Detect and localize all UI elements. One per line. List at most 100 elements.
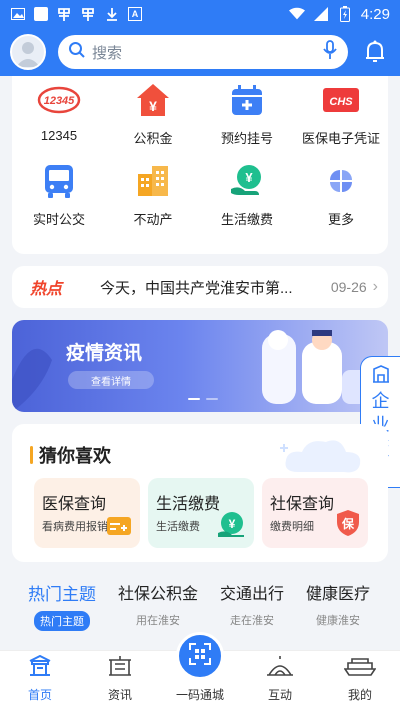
service-label: 实时公交 xyxy=(32,212,85,227)
search-bar[interactable]: 搜索 xyxy=(58,35,348,69)
signal-icon xyxy=(313,6,329,22)
payment-icon: ¥ xyxy=(225,161,269,201)
news-headline[interactable]: 今天，中国共产党淮安市第... xyxy=(100,277,321,298)
section-accent-bar xyxy=(30,446,33,464)
service-label: 更多 xyxy=(327,212,354,227)
hotline-12345-icon: 12345 xyxy=(37,80,81,120)
avatar[interactable] xyxy=(10,34,46,70)
recommendation-social-security[interactable]: 社保查询 缴费明细 保 xyxy=(262,478,368,548)
tab-label: 热门主题 xyxy=(28,585,96,604)
services-grid: 12345 12345 ¥ 公积金 预约挂号 CHS 医保电子凭证 实时公交 不… xyxy=(12,76,388,228)
service-medical-insurance[interactable]: CHS 医保电子凭证 xyxy=(294,80,388,147)
svg-text:CHS: CHS xyxy=(329,96,353,108)
real-estate-icon xyxy=(131,161,175,201)
chevron-right-icon[interactable]: › xyxy=(373,278,378,296)
service-appointment[interactable]: 预约挂号 xyxy=(200,80,294,147)
tab-sublabel: 健康淮安 xyxy=(316,615,361,627)
svg-text:12345: 12345 xyxy=(44,95,75,107)
news-date: 09-26 xyxy=(330,279,367,295)
microphone-icon[interactable] xyxy=(322,39,338,65)
housing-fund-icon: ¥ xyxy=(131,80,175,120)
carousel-indicator xyxy=(188,398,218,400)
service-label: 不动产 xyxy=(133,212,173,227)
service-12345[interactable]: 12345 12345 xyxy=(12,80,106,147)
news-ticker[interactable]: 热点 今天，中国共产党淮安市第... 09-26 › xyxy=(12,266,388,308)
side-tab-char: 企 xyxy=(371,391,390,411)
recommendation-list: 医保查询 看病费用报销 生活缴费 生活缴费 ¥ 社保查询 缴费明细 保 xyxy=(34,478,368,548)
payment-icon: ¥ xyxy=(218,511,246,542)
svg-text:¥: ¥ xyxy=(229,517,236,531)
carousel-dot xyxy=(188,398,200,400)
tab-label: 健康医疗 xyxy=(306,586,371,603)
recommendation-payment[interactable]: 生活缴费 生活缴费 ¥ xyxy=(148,478,254,548)
service-label: 医保电子凭证 xyxy=(301,131,380,146)
image-icon xyxy=(10,6,26,22)
more-icon xyxy=(319,161,363,201)
profile-icon xyxy=(343,655,377,682)
svg-text:¥: ¥ xyxy=(245,170,253,185)
building-icon xyxy=(372,365,390,388)
qr-code-button[interactable] xyxy=(176,632,224,680)
tab-hot-topics[interactable]: 热门主题 热门主题 xyxy=(28,580,96,631)
recommendation-card: 猜你喜欢 医保查询 看病费用报销 生活缴费 生活缴费 ¥ 社保查询 缴费明细 保 xyxy=(12,424,388,562)
nav-label: 首页 xyxy=(27,688,52,702)
status-bar: A 4:29 xyxy=(0,0,400,28)
appointment-icon xyxy=(225,80,269,120)
service-housing-fund[interactable]: ¥ 公积金 xyxy=(106,80,200,147)
nav-home[interactable]: 首页 xyxy=(0,651,80,711)
nav-label: 互动 xyxy=(267,688,292,702)
service-real-estate[interactable]: 不动产 xyxy=(106,161,200,228)
topic-tabs: 热门主题 热门主题 社保公积金 用在淮安 交通出行 走在淮安 健康医疗 健康淮安 xyxy=(0,580,400,631)
notification-icon xyxy=(34,7,48,21)
card-icon xyxy=(106,515,132,542)
medical-insurance-icon: CHS xyxy=(319,80,363,120)
nav-news[interactable]: 资讯 xyxy=(80,651,160,711)
tab-transportation[interactable]: 交通出行 走在淮安 xyxy=(220,580,284,630)
app-notification-icon xyxy=(80,6,96,22)
search-icon xyxy=(68,41,86,64)
bell-icon[interactable] xyxy=(360,37,390,67)
service-payment[interactable]: ¥ 生活缴费 xyxy=(200,161,294,228)
services-card: 12345 12345 ¥ 公积金 预约挂号 CHS 医保电子凭证 实时公交 不… xyxy=(12,76,388,254)
section-header: 猜你喜欢 xyxy=(30,442,111,468)
section-title: 猜你喜欢 xyxy=(39,446,111,466)
hot-badge: 热点 xyxy=(30,281,63,298)
download-icon xyxy=(104,6,120,22)
service-bus[interactable]: 实时公交 xyxy=(12,161,106,228)
tab-health[interactable]: 健康医疗 健康淮安 xyxy=(306,580,370,630)
nav-label: 我的 xyxy=(347,688,372,702)
app-notification-icon xyxy=(56,6,72,22)
nav-profile[interactable]: 我的 xyxy=(320,651,400,711)
recommendation-medical-query[interactable]: 医保查询 看病费用报销 xyxy=(34,478,140,548)
carousel-dot xyxy=(206,398,218,400)
tab-sublabel: 用在淮安 xyxy=(136,615,180,627)
qr-code-icon xyxy=(188,642,212,671)
home-icon xyxy=(28,654,52,682)
tab-sublabel: 走在淮安 xyxy=(230,615,275,627)
service-label: 预约挂号 xyxy=(220,131,273,146)
banner-title: 疫情资讯 xyxy=(66,343,143,364)
tab-social-security-fund[interactable]: 社保公积金 用在淮安 xyxy=(118,580,198,630)
cloud-decoration xyxy=(280,440,361,473)
svg-text:¥: ¥ xyxy=(149,98,157,114)
search-input[interactable]: 搜索 xyxy=(92,42,316,63)
bus-icon xyxy=(37,161,81,201)
top-bar: 搜索 xyxy=(0,28,400,76)
clock: 4:29 xyxy=(360,5,390,23)
recommendation-title: 医保查询 xyxy=(42,496,107,513)
epidemic-banner[interactable]: 疫情资讯 查看详情 xyxy=(12,320,388,412)
nav-label: 资讯 xyxy=(107,688,132,702)
svg-text:保: 保 xyxy=(341,516,355,531)
tab-label: 交通出行 xyxy=(220,586,285,603)
banner-detail-button[interactable]: 查看详情 xyxy=(68,371,154,389)
service-label: 生活缴费 xyxy=(220,212,273,227)
service-label: 公积金 xyxy=(133,131,173,146)
nav-interaction[interactable]: 互动 xyxy=(240,651,320,711)
service-label: 12345 xyxy=(40,128,78,143)
tab-label: 社保公积金 xyxy=(118,586,199,603)
nav-label: 一码通城 xyxy=(175,688,224,702)
service-more[interactable]: 更多 xyxy=(294,161,388,228)
interaction-icon xyxy=(266,655,294,682)
tab-sublabel: 热门主题 xyxy=(34,611,90,631)
a-icon: A xyxy=(128,7,142,21)
